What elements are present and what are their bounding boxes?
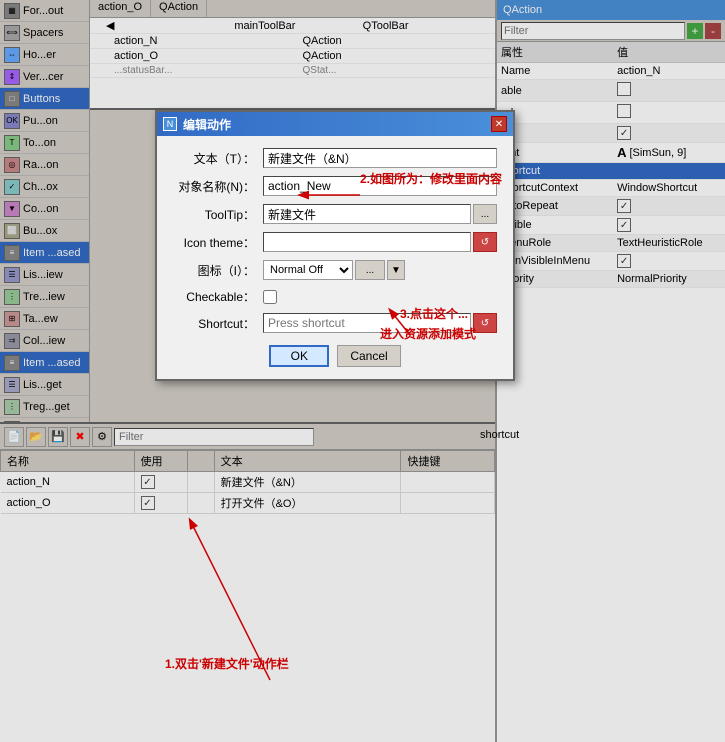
dialog-tooltip-row: ToolTip： ... bbox=[173, 204, 497, 224]
dialog-checkable-label: Checkable： bbox=[173, 288, 263, 305]
dialog-button-row: OK Cancel bbox=[173, 345, 497, 367]
dialog-close-button[interactable]: ✕ bbox=[491, 116, 507, 132]
dialog-checkable-checkbox[interactable] bbox=[263, 290, 277, 304]
dialog-shortcut-label: Shortcut： bbox=[173, 315, 263, 332]
edit-action-dialog: N 编辑动作 ✕ 文本（T）： 对象名称(N)： ToolTip： ... bbox=[155, 110, 515, 381]
dialog-icon-browse-btn[interactable]: ... bbox=[355, 260, 385, 280]
dialog-icontheme-label: Icon theme： bbox=[173, 234, 263, 251]
dialog-name-row: 对象名称(N)： bbox=[173, 176, 497, 196]
dialog-checkable-row: Checkable： bbox=[173, 288, 497, 305]
dialog-titlebar: N 编辑动作 ✕ bbox=[157, 112, 513, 136]
dialog-shortcut-btn[interactable]: ↺ bbox=[473, 313, 497, 333]
dialog-icon-label: 图标（I）： bbox=[173, 262, 263, 279]
dialog-shortcut-row: Shortcut： ↺ bbox=[173, 313, 497, 333]
dialog-cancel-button[interactable]: Cancel bbox=[337, 345, 400, 367]
dialog-name-input[interactable] bbox=[263, 176, 497, 196]
dialog-icon: N bbox=[163, 117, 177, 131]
dialog-name-label: 对象名称(N)： bbox=[173, 178, 263, 195]
dialog-overlay: N 编辑动作 ✕ 文本（T）： 对象名称(N)： ToolTip： ... bbox=[0, 0, 725, 742]
dialog-ok-button[interactable]: OK bbox=[269, 345, 329, 367]
dialog-text-label: 文本（T）： bbox=[173, 150, 263, 167]
dialog-title-text: 编辑动作 bbox=[183, 116, 231, 133]
dialog-tooltip-label: ToolTip： bbox=[173, 206, 263, 223]
dialog-icontheme-row: Icon theme： ↺ bbox=[173, 232, 497, 252]
dialog-text-input[interactable] bbox=[263, 148, 497, 168]
dialog-body: 文本（T）： 对象名称(N)： ToolTip： ... Icon theme：… bbox=[157, 136, 513, 379]
dialog-icon-select[interactable]: Normal Off bbox=[263, 260, 353, 280]
dialog-tooltip-input[interactable] bbox=[263, 204, 471, 224]
dialog-icontheme-input[interactable] bbox=[263, 232, 471, 252]
dialog-icon-dropdown-btn[interactable]: ▼ bbox=[387, 260, 405, 280]
dialog-tooltip-btn[interactable]: ... bbox=[473, 204, 497, 224]
dialog-icontheme-btn[interactable]: ↺ bbox=[473, 232, 497, 252]
dialog-icon-row: 图标（I）： Normal Off ... ▼ bbox=[173, 260, 497, 280]
dialog-text-row: 文本（T）： bbox=[173, 148, 497, 168]
dialog-shortcut-input[interactable] bbox=[263, 313, 471, 333]
